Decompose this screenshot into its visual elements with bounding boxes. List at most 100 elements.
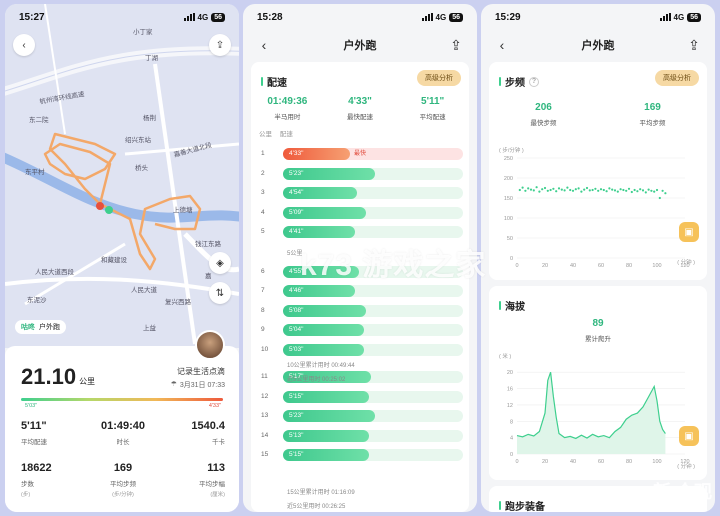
- split-row[interactable]: 5 4'41": [259, 226, 463, 238]
- pace-stat-label: 最快配速: [347, 114, 373, 121]
- network-label: 4G: [435, 12, 447, 22]
- cadence-point: [518, 188, 521, 192]
- back-button[interactable]: ‹: [255, 37, 273, 53]
- map-label: 丁湖: [145, 55, 158, 62]
- cadence-point: [655, 188, 659, 192]
- stat-sub: (步): [21, 492, 31, 498]
- battery-icon: 56: [211, 12, 225, 22]
- split-track: 4'54": [283, 187, 463, 199]
- pace-stat-label: 平均配速: [419, 114, 446, 121]
- split-row[interactable]: 7 4'46": [259, 285, 463, 297]
- stat-item: 169 平均步频 (步/分钟): [93, 462, 153, 498]
- back-button[interactable]: ‹: [13, 34, 35, 56]
- cadence-point: [524, 189, 527, 192]
- back-button[interactable]: ‹: [493, 37, 511, 53]
- split-track: 5'08": [283, 304, 463, 317]
- map-label: 上德塘: [173, 207, 193, 214]
- split-row[interactable]: 4 5'09": [259, 206, 463, 219]
- status-bar: 15:27 4G 56: [5, 4, 239, 30]
- stat-label: 步数: [21, 481, 34, 488]
- y-tick-label: 100: [504, 216, 513, 222]
- split-bar: 5'09": [283, 206, 366, 219]
- profile-chip[interactable]: 咕咚 户外跑: [15, 320, 66, 334]
- split-km: 3: [261, 189, 265, 196]
- record-note[interactable]: 记录生活点滴: [177, 366, 225, 377]
- battery-icon: 56: [687, 12, 701, 22]
- split-track: 5'15": [283, 449, 463, 461]
- split-row[interactable]: 3 4'54": [259, 187, 463, 199]
- stat-label: 平均配速: [21, 439, 47, 446]
- share-button[interactable]: ⇪: [447, 37, 465, 54]
- split-row[interactable]: 14 5'13": [259, 429, 463, 442]
- split-track: 5'15": [283, 390, 463, 403]
- y-tick-label: 0: [510, 256, 513, 262]
- avg-cadence-label: 平均步频: [639, 120, 666, 127]
- battery-icon: 56: [449, 12, 463, 22]
- y-tick-label: 50: [507, 236, 513, 242]
- split-km: 10: [261, 345, 269, 353]
- fast-pace-label: 4'33": [208, 403, 221, 409]
- split-km: 9: [261, 326, 265, 333]
- cadence-point: [627, 187, 631, 190]
- share-button[interactable]: ⇪: [209, 34, 231, 56]
- split-km: 2: [261, 169, 265, 177]
- cadence-point: [557, 187, 561, 190]
- route-toggle-button[interactable]: ⇅: [209, 282, 231, 304]
- chart-expand-button[interactable]: ▣: [679, 426, 699, 446]
- summary-sheet: 21.10 公里 记录生活点滴 ☂ 3月31日 07:33 5'03" 4'33…: [5, 346, 239, 512]
- help-icon[interactable]: ?: [529, 76, 539, 87]
- cadence-point: [563, 189, 566, 192]
- layers-button[interactable]: ◈: [209, 252, 231, 274]
- avatar[interactable]: [195, 330, 225, 360]
- advanced-analysis-button[interactable]: 高级分析: [655, 70, 699, 86]
- split-row[interactable]: 2 5'23": [259, 167, 463, 180]
- stat-value: 1540.4: [191, 420, 225, 432]
- stat-value: 113: [207, 462, 225, 474]
- map-label: 杨荆: [143, 115, 156, 122]
- split-bar: 4'46": [283, 285, 355, 297]
- cadence-point: [541, 188, 544, 191]
- split-row[interactable]: 8 5'08": [259, 304, 463, 317]
- pace-stat: 5'11" 平均配速: [396, 96, 469, 121]
- share-button[interactable]: ⇪: [685, 37, 703, 54]
- route-icon: ⇅: [215, 287, 225, 299]
- cadence-point: [577, 187, 580, 190]
- split-row[interactable]: 10 5'03": [259, 343, 463, 356]
- cadence-point: [622, 188, 625, 192]
- map-label: 绍兴东站: [125, 137, 151, 144]
- y-tick-label: 150: [504, 196, 513, 202]
- cadence-point: [625, 189, 628, 192]
- y-tick-label: 0: [510, 452, 513, 458]
- section-title: 配速: [261, 74, 287, 89]
- split-track: 5'13": [283, 429, 463, 442]
- chart-expand-button[interactable]: ▣: [679, 222, 699, 242]
- cadence-point: [571, 189, 575, 192]
- cadence-point: [538, 190, 541, 193]
- advanced-analysis-button[interactable]: 高级分析: [417, 70, 461, 86]
- pace-stat-value: 4'33": [348, 96, 372, 107]
- split-row[interactable]: 9 5'04": [259, 324, 463, 336]
- x-tick-label: 20: [542, 459, 548, 465]
- elevation-chart: 0481216200 20 40 60 80 100 120: [507, 370, 690, 465]
- split-row[interactable]: 13 5'23": [259, 410, 463, 422]
- split-row[interactable]: 1 4'33" 最快: [259, 148, 463, 160]
- route-map[interactable]: 小丁家 丁湖 杭州湾环线高速 杨荆 东二院 绍兴东站 嘉善大道北段 东平村 桥头…: [5, 4, 239, 348]
- page-title: 户外跑: [581, 40, 615, 52]
- pace-stat-label: 半马用时: [274, 114, 301, 121]
- section-title: 跑步装备: [499, 498, 545, 512]
- x-tick-label: 20: [542, 263, 548, 269]
- map-label: 和藏建设: [101, 257, 127, 264]
- split-bar: 5'03": [283, 343, 364, 356]
- split-km: 4: [261, 208, 265, 216]
- signal-icon: [183, 13, 195, 21]
- network-label: 4G: [673, 12, 685, 22]
- split-row[interactable]: 15 5'15": [259, 449, 463, 461]
- split-row[interactable]: 12 5'15": [259, 390, 463, 403]
- split-track: 4'41": [283, 226, 463, 238]
- stat-item: 5'11" 平均配速: [21, 420, 81, 446]
- y-tick-label: 16: [507, 387, 513, 393]
- elevation-gain-label: 累计爬升: [585, 336, 611, 343]
- cadence-point: [521, 186, 524, 189]
- cadence-point: [633, 188, 636, 192]
- cadence-point: [588, 189, 591, 192]
